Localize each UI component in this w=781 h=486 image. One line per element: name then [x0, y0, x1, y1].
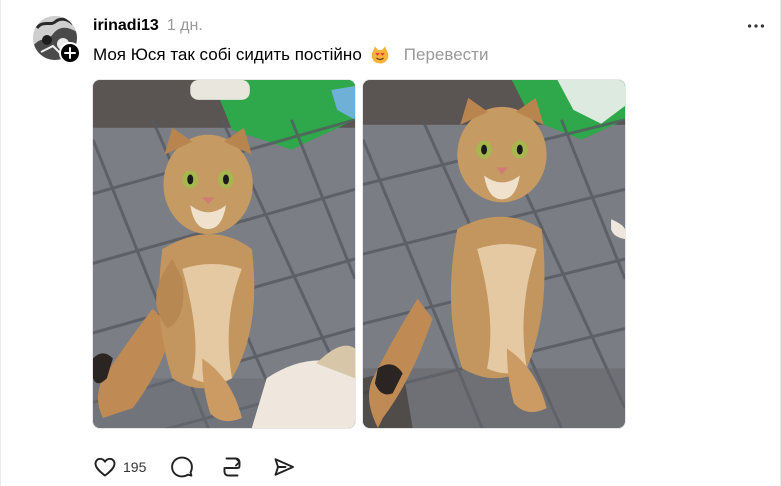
share-icon: [274, 458, 295, 476]
post-timestamp[interactable]: 1 дн.: [167, 17, 203, 35]
avatar-container[interactable]: [33, 16, 81, 64]
like-count: 195: [123, 459, 147, 475]
repost-icon: [223, 457, 241, 477]
cat-photo-1: [93, 80, 355, 428]
post-image-1[interactable]: [92, 79, 356, 429]
like-button[interactable]: 195: [93, 454, 146, 480]
comment-button[interactable]: [170, 454, 194, 480]
post-header: irinadi13 1 дн.: [93, 17, 203, 35]
follow-plus-icon[interactable]: [59, 42, 81, 64]
cat-photo-2: [363, 80, 625, 428]
comment-icon: [171, 456, 194, 478]
caption-text: Моя Юся так собі сидить постійно: [93, 45, 362, 64]
smiling-cat-heart-eyes-emoji-icon: [371, 46, 389, 64]
heart-icon: [94, 457, 116, 477]
share-button[interactable]: [272, 454, 296, 480]
translate-link[interactable]: Перевести: [404, 45, 489, 65]
more-options-icon[interactable]: [744, 14, 768, 38]
repost-button[interactable]: [220, 454, 244, 480]
username-link[interactable]: irinadi13: [93, 17, 159, 35]
thread-post: irinadi13 1 дн. Моя Юся так собі сидить …: [0, 0, 781, 486]
post-caption: Моя Юся так собі сидить постійно Перевес…: [93, 45, 488, 65]
post-image-2[interactable]: [362, 79, 626, 429]
post-actions: 195: [93, 454, 296, 480]
